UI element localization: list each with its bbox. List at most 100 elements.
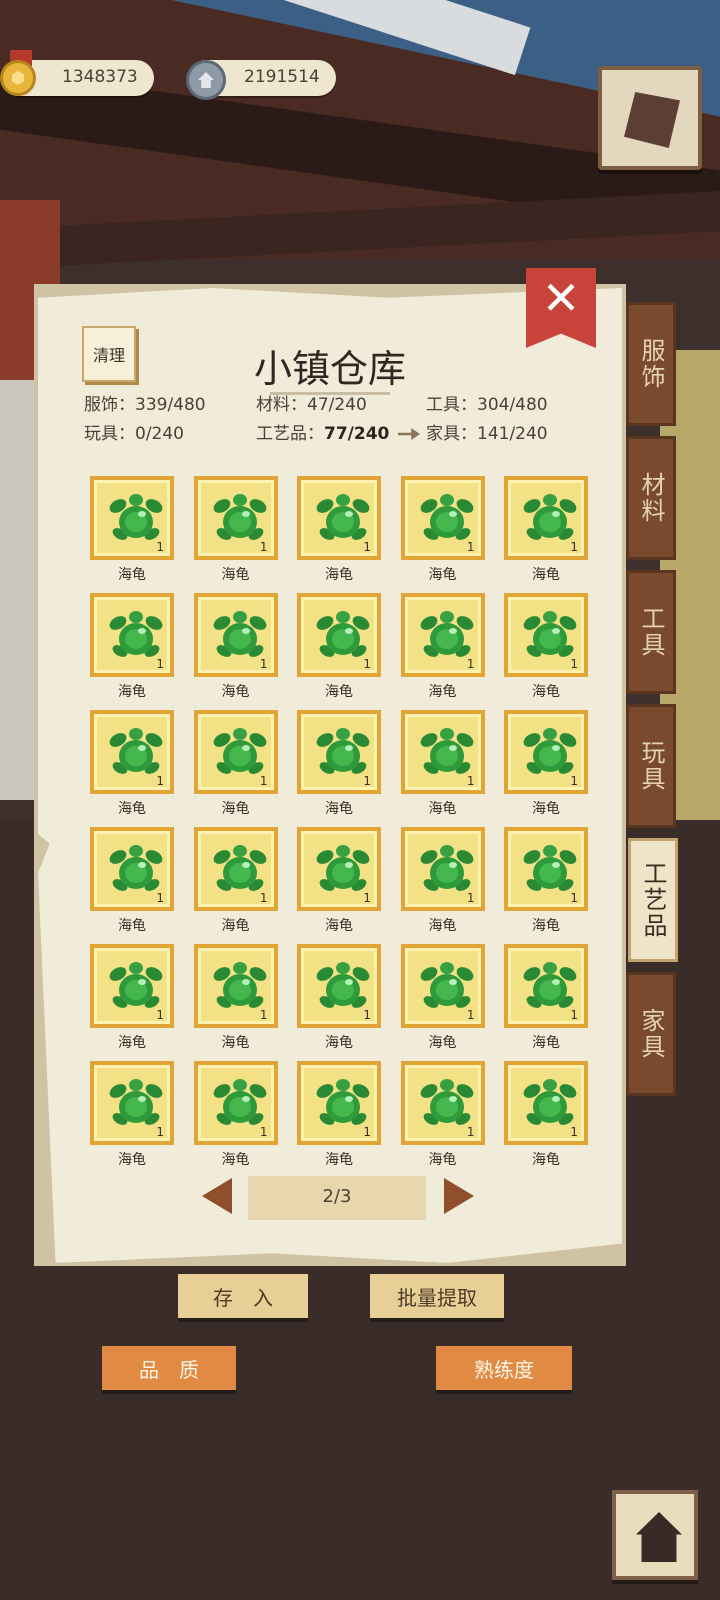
item-frame: 1 [90, 944, 174, 1028]
item-name: 海龟 [428, 684, 457, 700]
item-slot[interactable]: 1 海龟 [400, 593, 485, 703]
sea-turtle-icon [523, 962, 577, 1008]
gold-coin-icon [0, 60, 36, 96]
item-quantity: 1 [466, 1008, 475, 1022]
item-name: 海龟 [118, 567, 146, 583]
item-frame: 1 [297, 593, 381, 677]
item-name: 海龟 [325, 801, 353, 817]
item-quantity: 1 [570, 1008, 578, 1022]
deposit-button[interactable]: 存 入 [178, 1274, 308, 1318]
tab-tools[interactable]: 工具 [626, 570, 676, 694]
sea-turtle-icon [523, 611, 577, 657]
item-slot[interactable]: 1 海龟 [90, 827, 174, 937]
item-name: 海龟 [532, 801, 560, 817]
tab-materials[interactable]: 材料 [626, 436, 676, 560]
item-slot[interactable]: 1 海龟 [90, 1061, 174, 1171]
silver-amount: 2191514 [244, 67, 320, 87]
item-slot[interactable]: 1 海龟 [297, 593, 381, 703]
item-quantity: 1 [259, 657, 268, 671]
item-quantity: 1 [466, 1125, 475, 1139]
sea-turtle-icon [316, 962, 370, 1008]
item-quantity: 1 [570, 1125, 578, 1139]
item-frame: 1 [297, 944, 381, 1028]
sea-turtle-icon [523, 728, 577, 774]
item-frame: 1 [90, 1061, 174, 1145]
item-slot[interactable]: 1 海龟 [90, 593, 174, 703]
item-slot[interactable]: 1 海龟 [504, 476, 588, 586]
item-frame: 1 [90, 593, 174, 677]
clean-button[interactable]: 清理 [82, 326, 136, 382]
batch-withdraw-button[interactable]: 批量提取 [370, 1274, 504, 1318]
item-quantity: 1 [363, 1125, 371, 1139]
sea-turtle-icon [420, 728, 473, 774]
item-slot[interactable]: 1 海龟 [193, 593, 278, 703]
item-slot[interactable]: 1 海龟 [193, 827, 278, 937]
tab-crafts[interactable]: 工艺品 [628, 838, 678, 962]
proficiency-sort-button[interactable]: 熟练度 [436, 1346, 572, 1390]
item-slot[interactable]: 1 海龟 [504, 1061, 588, 1171]
sea-turtle-icon [109, 728, 163, 774]
item-frame: 1 [400, 827, 485, 911]
item-name: 海龟 [325, 1152, 353, 1168]
leaf-book-icon [624, 92, 680, 148]
sea-turtle-icon [213, 962, 266, 1008]
item-slot[interactable]: 1 海龟 [193, 944, 278, 1054]
sea-turtle-icon [420, 1079, 473, 1125]
item-slot[interactable]: 1 海龟 [193, 476, 278, 586]
item-slot[interactable]: 1 海龟 [400, 1061, 485, 1171]
item-frame: 1 [400, 710, 485, 794]
item-quantity: 1 [156, 657, 164, 671]
item-slot[interactable]: 1 海龟 [400, 944, 485, 1054]
item-quantity: 1 [259, 540, 268, 554]
item-name: 海龟 [221, 801, 250, 817]
item-slot[interactable]: 1 海龟 [297, 710, 381, 820]
tab-furniture[interactable]: 家具 [626, 972, 676, 1096]
sea-turtle-icon [109, 845, 163, 891]
item-name: 海龟 [221, 918, 250, 934]
item-slot[interactable]: 1 海龟 [400, 710, 485, 820]
item-quantity: 1 [363, 1008, 371, 1022]
item-quantity: 1 [363, 774, 371, 788]
item-quantity: 1 [259, 774, 268, 788]
item-frame: 1 [193, 593, 278, 677]
sea-turtle-icon [523, 1079, 577, 1125]
item-frame: 1 [504, 827, 588, 911]
item-slot[interactable]: 1 海龟 [504, 710, 588, 820]
item-slot[interactable]: 1 海龟 [504, 593, 588, 703]
item-quantity: 1 [259, 1125, 268, 1139]
item-quantity: 1 [363, 540, 371, 554]
item-slot[interactable]: 1 海龟 [90, 944, 174, 1054]
sea-turtle-icon [316, 494, 370, 540]
item-slot[interactable]: 1 海龟 [400, 827, 485, 937]
item-slot[interactable]: 1 海龟 [90, 710, 174, 820]
sea-turtle-icon [213, 494, 266, 540]
item-slot[interactable]: 1 海龟 [193, 1061, 278, 1171]
item-name: 海龟 [221, 567, 250, 583]
silver-coin-icon [186, 60, 226, 100]
home-icon [636, 1512, 682, 1562]
item-slot[interactable]: 1 海龟 [297, 476, 381, 586]
tab-toys[interactable]: 玩具 [626, 704, 676, 828]
item-slot[interactable]: 1 海龟 [400, 476, 485, 586]
tab-clothing[interactable]: 服饰 [626, 302, 676, 426]
item-slot[interactable]: 1 海龟 [193, 710, 278, 820]
leaf-book-button[interactable] [598, 66, 702, 170]
item-slot[interactable]: 1 海龟 [297, 827, 381, 937]
item-name: 海龟 [118, 918, 146, 934]
item-quantity: 1 [466, 540, 475, 554]
item-name: 海龟 [532, 684, 560, 700]
item-slot[interactable]: 1 海龟 [297, 1061, 381, 1171]
item-frame: 1 [504, 476, 588, 560]
sea-turtle-icon [523, 845, 577, 891]
home-button[interactable] [612, 1490, 698, 1580]
item-slot[interactable]: 1 海龟 [90, 476, 174, 586]
sea-turtle-icon [316, 845, 370, 891]
item-quantity: 1 [156, 540, 164, 554]
sea-turtle-icon [316, 611, 370, 657]
item-slot[interactable]: 1 海龟 [504, 944, 588, 1054]
item-name: 海龟 [428, 567, 457, 583]
item-slot[interactable]: 1 海龟 [297, 944, 381, 1054]
item-slot[interactable]: 1 海龟 [504, 827, 588, 937]
item-quantity: 1 [156, 774, 164, 788]
quality-sort-button[interactable]: 品 质 [102, 1346, 236, 1390]
